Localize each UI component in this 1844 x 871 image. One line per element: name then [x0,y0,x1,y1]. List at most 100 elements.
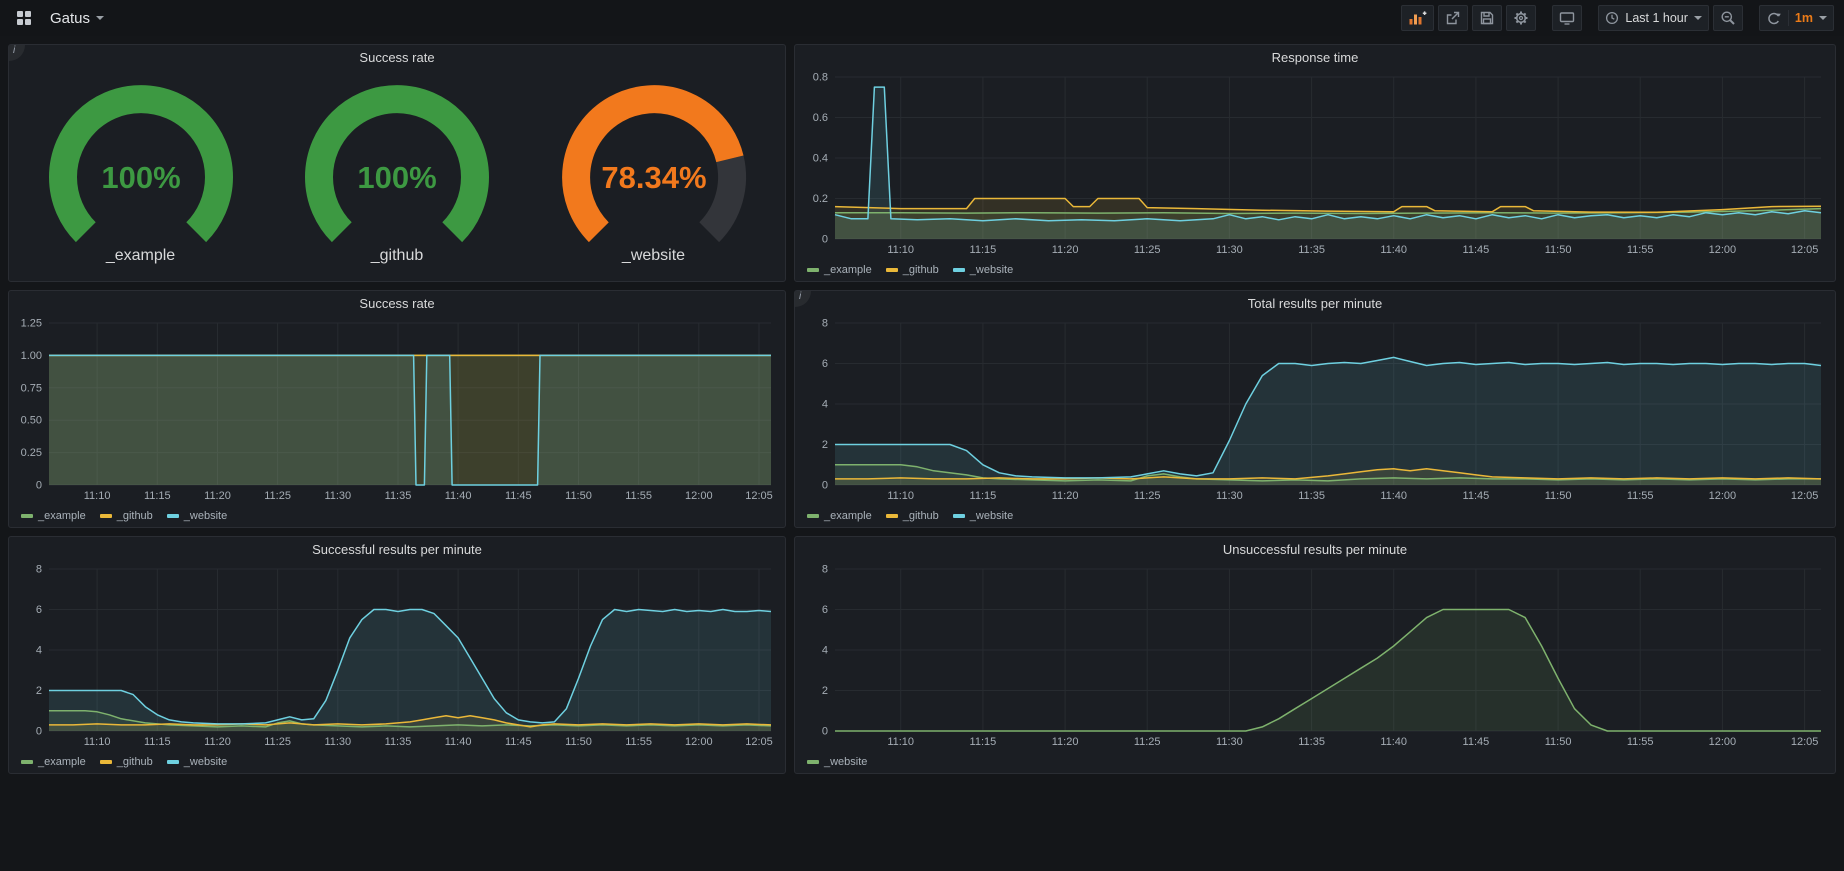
apps-menu-button[interactable] [10,5,38,31]
svg-text:11:40: 11:40 [1380,244,1407,256]
legend-color-marker [807,760,819,764]
svg-text:11:25: 11:25 [264,490,291,502]
svg-text:11:15: 11:15 [970,736,997,748]
add-panel-button[interactable] [1401,5,1434,31]
panel-title[interactable]: Response time [1272,50,1359,65]
svg-text:11:30: 11:30 [324,490,351,502]
svg-text:0: 0 [822,234,828,246]
legend-item-github[interactable]: _github [100,756,153,768]
tv-mode-button[interactable] [1552,5,1582,31]
svg-text:2: 2 [822,685,828,697]
legend-series-name: _website [184,756,227,768]
share-button[interactable] [1438,5,1468,31]
svg-text:11:50: 11:50 [565,490,592,502]
svg-text:11:55: 11:55 [1627,490,1654,502]
svg-text:11:35: 11:35 [385,490,412,502]
panel-unsuccessful-results: Unsuccessful results per minute 11:1011:… [794,536,1836,774]
legend: _example _github _website [795,505,1835,527]
legend-item-github[interactable]: _github [886,510,939,522]
gauge-label: _github [371,247,424,265]
svg-text:11:25: 11:25 [1134,736,1161,748]
save-button[interactable] [1472,5,1502,31]
share-icon [1445,10,1461,26]
svg-text:11:35: 11:35 [1298,490,1325,502]
legend-item-website[interactable]: _website [807,756,867,768]
legend-item-github[interactable]: _github [100,510,153,522]
legend: _example _github _website [9,505,785,527]
chart-unsuccessful-results[interactable]: 11:1011:1511:2011:2511:3011:3511:4011:45… [795,561,1835,751]
legend-series-name: _website [824,756,867,768]
chart-successful-results[interactable]: 11:1011:1511:2011:2511:3011:3511:4011:45… [9,561,785,751]
panel-header: Response time [795,45,1835,69]
svg-text:12:00: 12:00 [685,736,713,748]
legend-item-example[interactable]: _example [807,264,872,276]
refresh-icon [1766,10,1782,26]
svg-text:2: 2 [36,685,42,697]
dashboard-title-button[interactable]: Gatus [46,5,108,31]
svg-text:11:15: 11:15 [144,490,171,502]
gear-icon [1513,10,1529,26]
svg-text:11:20: 11:20 [204,736,231,748]
panel-title[interactable]: Successful results per minute [312,542,482,557]
svg-text:0.6: 0.6 [813,112,828,124]
chart-success-rate[interactable]: 11:1011:1511:2011:2511:3011:3511:4011:45… [9,315,785,505]
svg-text:12:05: 12:05 [745,490,773,502]
svg-text:0: 0 [822,480,828,492]
svg-text:6: 6 [822,604,828,616]
svg-text:11:45: 11:45 [1463,244,1490,256]
chart-total-results[interactable]: 11:1011:1511:2011:2511:3011:3511:4011:45… [795,315,1835,505]
gauge-row: 100%_example100%_github78.34%_website [9,69,785,281]
panel-title[interactable]: Success rate [359,296,434,311]
svg-text:11:20: 11:20 [1052,736,1079,748]
svg-text:11:35: 11:35 [385,736,412,748]
legend-item-example[interactable]: _example [807,510,872,522]
nav-right: Last 1 hour 1m [1401,5,1834,31]
svg-text:11:15: 11:15 [970,490,997,502]
legend-color-marker [807,268,819,272]
svg-text:12:05: 12:05 [745,736,773,748]
svg-text:11:55: 11:55 [625,736,652,748]
panel-title[interactable]: Success rate [359,50,434,65]
panel-title[interactable]: Total results per minute [1248,296,1382,311]
info-glyph: i [13,45,15,56]
legend-item-github[interactable]: _github [886,264,939,276]
svg-text:8: 8 [36,564,42,576]
legend-color-marker [21,514,33,518]
svg-text:11:35: 11:35 [1298,244,1325,256]
svg-text:11:40: 11:40 [1380,736,1407,748]
chart-response-time[interactable]: 11:1011:1511:2011:2511:3011:3511:4011:45… [795,69,1835,259]
gauge-arc: 100% [272,81,522,249]
legend-color-marker [100,514,112,518]
legend-color-marker [953,514,965,518]
panel-success-rate-gauges: i Success rate 100%_example100%_github78… [8,44,786,282]
panel-success-rate-series: Success rate 11:1011:1511:2011:2511:3011… [8,290,786,528]
nav-left: Gatus [10,5,108,31]
settings-button[interactable] [1506,5,1536,31]
navbar: Gatus [0,0,1844,36]
time-range-button[interactable]: Last 1 hour [1598,5,1709,31]
add-panel-icon [1408,10,1427,26]
legend-color-marker [886,514,898,518]
dashboard-title: Gatus [50,10,90,27]
apps-grid-icon [16,10,32,26]
svg-text:12:00: 12:00 [1709,244,1737,256]
svg-text:11:45: 11:45 [1463,736,1490,748]
svg-text:4: 4 [822,645,828,657]
legend-item-website[interactable]: _website [167,510,227,522]
gauge-arc: 78.34% [529,81,779,249]
gauge-github: 100%_github [272,81,522,265]
zoom-out-button[interactable] [1713,5,1743,31]
gauge-example: 100%_example [16,81,266,265]
zoom-out-icon [1720,10,1736,26]
svg-text:0.2: 0.2 [813,193,828,205]
panel-title[interactable]: Unsuccessful results per minute [1223,542,1407,557]
refresh-button[interactable]: 1m [1759,5,1834,31]
legend-item-website[interactable]: _website [953,510,1013,522]
svg-text:0.4: 0.4 [813,153,828,165]
legend-item-example[interactable]: _example [21,510,86,522]
dashboard-grid: i Success rate 100%_example100%_github78… [0,36,1844,782]
svg-text:11:15: 11:15 [970,244,997,256]
legend-item-example[interactable]: _example [21,756,86,768]
legend-item-website[interactable]: _website [167,756,227,768]
legend-item-website[interactable]: _website [953,264,1013,276]
